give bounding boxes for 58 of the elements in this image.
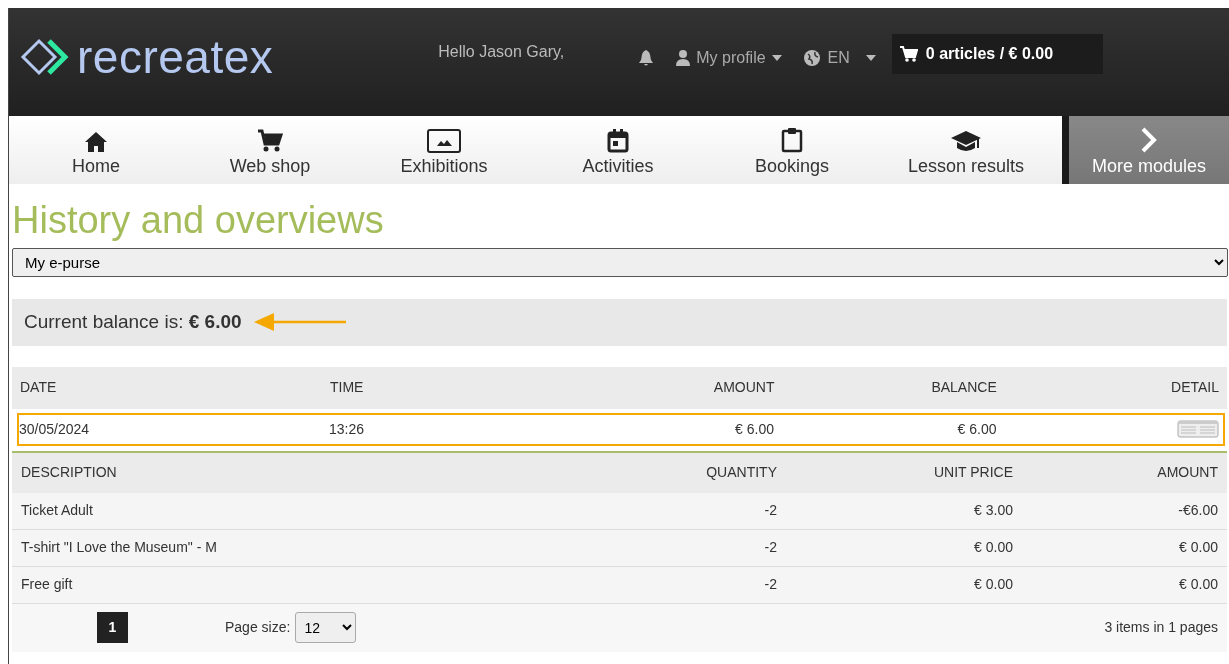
cart-icon [899, 46, 918, 62]
column-header: UNIT PRICE [932, 463, 1013, 483]
column-header: DESCRIPTION [21, 463, 118, 483]
table-cell-text: € 0.00 [1178, 538, 1218, 558]
module-tab[interactable]: Web shop [183, 116, 357, 184]
globe-icon [803, 50, 820, 66]
module-tab[interactable]: Lesson results [879, 116, 1053, 184]
module-tab[interactable]: Home [9, 116, 183, 184]
page-size-select[interactable]: 12 [295, 612, 357, 644]
clipboard-icon [781, 127, 803, 153]
table-cell-text: Free gift [21, 575, 74, 595]
graduation-cap-icon [950, 129, 982, 153]
home-icon [84, 131, 108, 153]
greeting-text: Hello Jason Gary, [438, 42, 565, 62]
logo-text: recreatex [77, 34, 274, 80]
bell-icon [638, 49, 655, 67]
transaction-row[interactable]: 30/05/2024 13:26 € 6.00 € 6.00 [17, 412, 1225, 446]
table-cell-text: € 6.00 [956, 419, 997, 439]
column-header: DATE [20, 378, 58, 398]
cart-icon [257, 129, 283, 153]
table-cell-text: -€6.00 [1177, 501, 1218, 521]
table-cell-text: € 3.00 [973, 501, 1013, 521]
table-cell-text: 30/05/2024 [19, 419, 91, 439]
balance-text: Current balance is: € 6.00 [24, 309, 242, 334]
table-cell-text: T-shirt "I Love the Museum" - M [21, 538, 218, 558]
chevron-right-icon [1139, 127, 1159, 153]
language-selector[interactable]: EN [827, 46, 850, 70]
table-cell-text: € 6.00 [734, 419, 774, 439]
table-cell-text: -2 [763, 501, 777, 521]
caret-icon [771, 55, 782, 61]
column-header: AMOUNT [712, 378, 775, 398]
module-tab[interactable]: Exhibitions [357, 116, 531, 184]
table-cell-text: € 0.00 [973, 538, 1013, 558]
table-cell-text: € 0.00 [973, 575, 1013, 595]
overview-select[interactable]: My e-purse [12, 247, 1228, 277]
more-modules-button[interactable]: More modules [1062, 116, 1229, 184]
table-cell-text: Ticket Adult [21, 501, 94, 521]
user-icon [676, 50, 691, 66]
picture-icon [427, 129, 461, 153]
table-cell-text: -2 [763, 538, 777, 558]
items-summary: 3 items in 1 pages [1104, 618, 1218, 638]
page-button[interactable]: 1 [97, 612, 128, 644]
page-size-label: Page size: [225, 618, 291, 638]
page-title: History and overviews [12, 198, 385, 243]
detail-icon [1177, 420, 1219, 439]
column-header: TIME [330, 378, 365, 398]
column-header: AMOUNT [1156, 463, 1218, 483]
calendar-icon [607, 129, 629, 153]
table-cell-text: € 0.00 [1178, 575, 1218, 595]
module-tab[interactable]: Bookings [705, 116, 879, 184]
column-header: BALANCE [930, 378, 997, 398]
caret-icon [865, 55, 876, 61]
module-tab[interactable]: Activities [531, 116, 705, 184]
column-header: QUANTITY [705, 463, 777, 483]
profile-menu-link[interactable]: My profile [696, 46, 766, 70]
table-cell-text: 13:26 [329, 419, 366, 439]
table-cell-text: -2 [763, 575, 777, 595]
column-header: DETAIL [1170, 378, 1219, 398]
